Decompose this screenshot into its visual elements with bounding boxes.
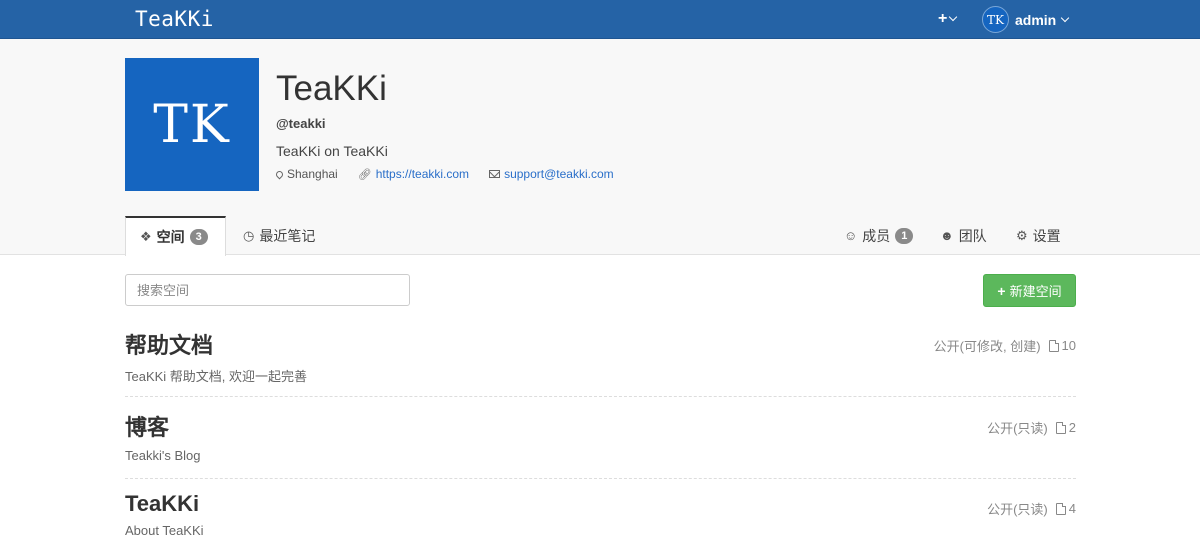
count-badge: 1 [895,227,914,244]
space-meta: 公开(只读) 2 [987,418,1076,437]
space-meta: 公开(只读) 4 [987,499,1076,518]
tab-label: 成员 [862,227,891,244]
plus-icon: + [938,10,948,27]
file-icon [1055,421,1066,434]
link-icon: 🔗︎ [357,168,372,181]
visibility-label: 公开(只读) [987,421,1048,436]
file-icon [1055,502,1066,515]
username: admin [1015,11,1057,28]
space-meta: 公开(可修改, 创建) 10 [934,336,1076,355]
brand-logo[interactable]: TeaKKi [135,7,214,31]
gear-icon: ⚙ [1016,227,1028,243]
envelope-icon [489,170,501,178]
org-description: TeaKKi on TeaKKi [276,143,388,159]
map-marker-icon [274,169,285,179]
divider [125,396,1076,397]
tab-spaces[interactable]: ❖ 空间 3 [125,216,226,256]
org-name: TeaKKi [276,69,387,108]
user-icon: ☺ [844,228,858,243]
plus-icon: + [997,282,1006,299]
avatar: TK [982,6,1009,33]
divider [125,478,1076,479]
org-logo: TK [125,58,259,191]
new-space-button[interactable]: + 新建空间 [983,274,1076,307]
list-item: TeaKKi About TeaKKi 公开(只读) 4 [125,491,1076,538]
count-badge: 3 [189,229,208,245]
create-menu-button[interactable]: + [938,10,958,28]
website-link[interactable]: https://teakki.com [376,167,469,181]
doc-count-value: 4 [1068,501,1076,516]
tab-recent-notes[interactable]: ◷ 最近笔记 [243,216,315,255]
tab-label: 最近笔记 [259,227,316,244]
file-icon [1048,339,1059,352]
tab-label: 设置 [1032,227,1061,244]
visibility-label: 公开(可修改, 创建) [933,339,1041,354]
cubes-icon: ❖ [140,229,152,244]
location-text: Shanghai [287,167,338,181]
doc-count: 2 [1055,420,1076,435]
org-location: Shanghai [274,167,338,181]
org-handle: @teakki [276,116,326,131]
doc-count: 4 [1055,501,1076,516]
space-title[interactable]: 博客 [125,410,1076,442]
chevron-down-icon [1060,13,1070,22]
top-navbar: TeaKKi + TK admin [0,0,1200,39]
visibility-label: 公开(只读) [987,502,1048,517]
doc-count: 10 [1048,338,1076,353]
space-description: Teakki's Blog [125,448,201,463]
chevron-down-icon [949,12,958,22]
search-input[interactable] [125,274,410,306]
user-menu[interactable]: TK admin [982,6,1070,33]
list-item: 博客 Teakki's Blog 公开(只读) 2 [125,410,1076,463]
doc-count-value: 2 [1068,420,1076,435]
space-title[interactable]: TeaKKi [125,491,1076,517]
email-link[interactable]: support@teakki.com [504,167,614,181]
space-description: TeaKKi 帮助文档, 欢迎一起完善 [125,369,308,384]
new-space-label: 新建空间 [1009,284,1062,299]
org-website: 🔗︎ https://teakki.com [358,167,469,181]
tab-settings[interactable]: ⚙ 设置 [1016,216,1061,255]
tab-members[interactable]: ☺ 成员 1 [844,216,914,255]
users-icon: ☻ [940,228,954,243]
tab-label: 空间 [156,229,185,245]
org-email: support@teakki.com [489,167,614,181]
list-item: 帮助文档 TeaKKi 帮助文档, 欢迎一起完善 公开(可修改, 创建) 10 [125,328,1076,385]
org-header: TK TeaKKi @teakki TeaKKi on TeaKKi Shang… [0,39,1200,256]
clock-icon: ◷ [243,227,255,243]
org-meta: Shanghai 🔗︎ https://teakki.com support@t… [274,167,634,181]
doc-count-value: 10 [1061,338,1076,353]
tab-team[interactable]: ☻ 团队 [940,216,987,255]
space-description: About TeaKKi [125,523,204,538]
tab-label: 团队 [958,227,987,244]
